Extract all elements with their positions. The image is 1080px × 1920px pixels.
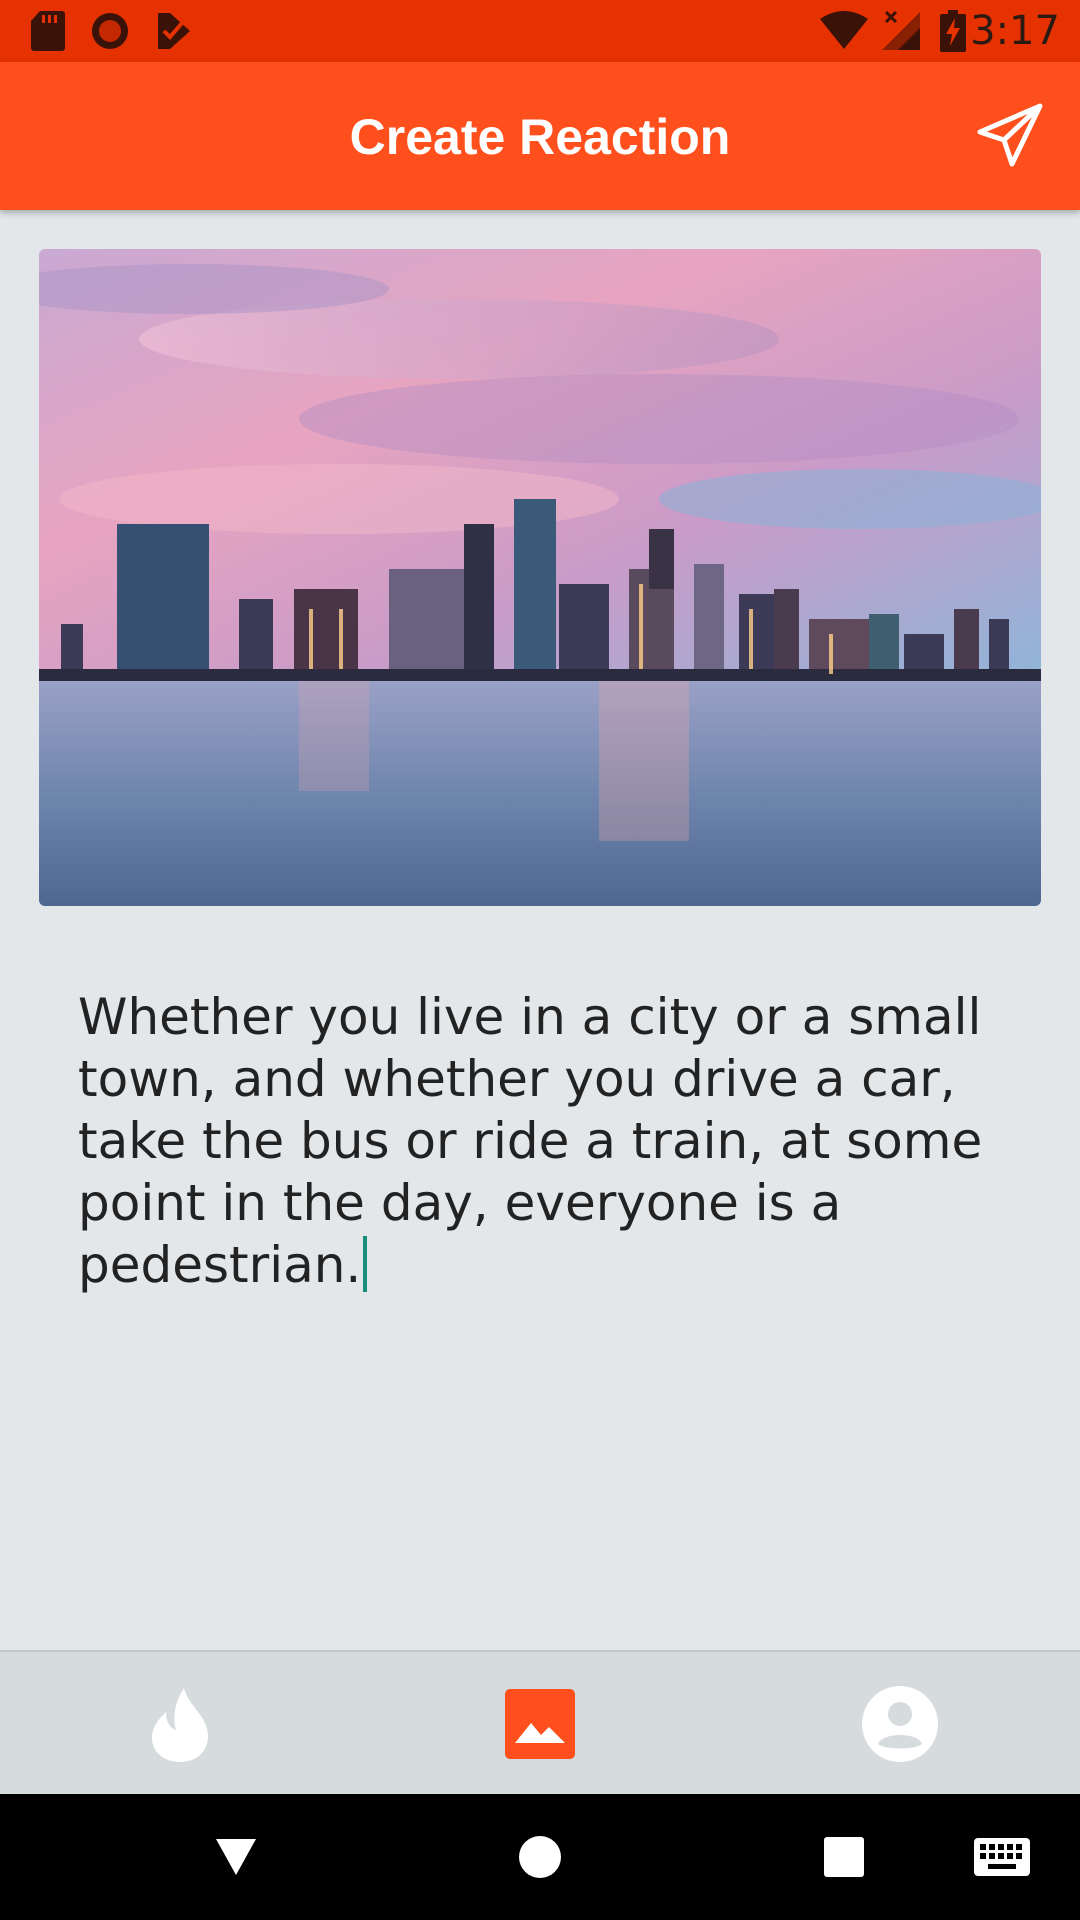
status-bar: 3:17 [0,0,1080,62]
profile-icon [862,1686,938,1762]
back-icon [216,1839,256,1875]
flame-icon [152,1688,208,1762]
battery-charging-icon [940,10,966,52]
image-icon [505,1689,575,1759]
system-recents-button[interactable] [784,1794,904,1920]
recents-icon [824,1837,864,1877]
system-home-button[interactable] [480,1794,600,1920]
reaction-text: Whether you live in a city or a small to… [78,988,983,1294]
signal-icon [882,10,920,50]
nav-item-trending[interactable] [0,1652,360,1796]
status-time: 3:17 [970,8,1060,54]
nav-item-create[interactable] [360,1652,720,1796]
keyboard-switch-button[interactable] [942,1794,1062,1920]
reaction-image[interactable] [39,249,1041,906]
keyboard-icon [974,1838,1030,1876]
sd-card-icon [31,11,65,51]
reaction-text-input[interactable]: Whether you live in a city or a small to… [78,986,1008,1296]
home-icon [519,1836,561,1878]
system-back-button[interactable] [176,1794,296,1920]
page-title: Create Reaction [349,109,731,165]
wifi-icon [820,11,868,49]
text-cursor [363,1236,368,1292]
record-icon [92,13,128,49]
nav-item-profile[interactable] [720,1652,1080,1796]
send-icon [977,103,1043,167]
checklist-icon [158,13,190,49]
system-navigation-bar [0,1794,1080,1920]
send-button[interactable] [974,100,1046,172]
app-bar: Create Reaction [0,62,1080,210]
city-skyline-photo [39,249,1041,906]
bottom-navigation [0,1650,1080,1796]
